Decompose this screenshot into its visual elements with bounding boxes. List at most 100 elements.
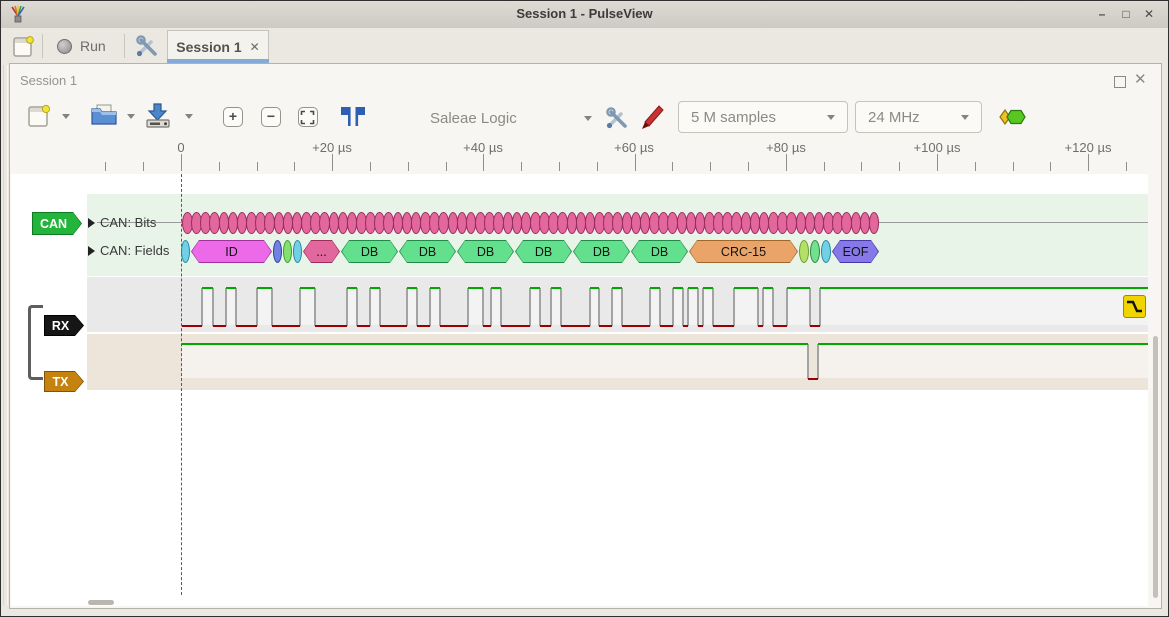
crossed-tools-icon [134, 33, 160, 59]
trigger-marker-falling-edge-icon[interactable] [1123, 295, 1146, 318]
wave-edge [687, 288, 689, 326]
splitter-groove [3, 65, 8, 605]
wave-level-line [818, 343, 1148, 345]
device-selector[interactable]: Saleae Logic [430, 106, 592, 130]
settings-button[interactable] [133, 32, 161, 60]
wave-edge [439, 288, 441, 326]
zoom-in-button[interactable]: + [223, 107, 243, 127]
ruler-tick [143, 162, 144, 171]
add-decoder-button[interactable] [996, 107, 1028, 127]
open-dropdown-arrow-icon[interactable] [127, 114, 135, 119]
crossed-tools-icon [604, 105, 630, 131]
channel-tag-rx[interactable]: RX [44, 315, 84, 336]
rate-dropdown-arrow-icon [961, 115, 969, 120]
wave-level-line [440, 325, 468, 327]
open-button[interactable] [90, 102, 118, 128]
time-cursor-line[interactable] [181, 174, 182, 595]
wave-level-line [660, 325, 673, 327]
wave-level-line [688, 287, 698, 289]
wave-edge [299, 288, 301, 326]
ruler-tick [446, 162, 447, 171]
ruler-tick [635, 154, 636, 171]
wave-level-line [315, 325, 347, 327]
ruler-label: +60 µs [614, 140, 654, 155]
wave-level-line [357, 325, 370, 327]
wave-level-line [300, 287, 315, 289]
wave-high-fill [182, 345, 808, 378]
ruler-tick [1050, 162, 1051, 171]
wave-high-fill [468, 289, 483, 325]
timeline-ruler: 0+20 µs+40 µs+60 µs+80 µs+100 µs+120 µs [10, 137, 1159, 174]
close-button[interactable]: ✕ [1140, 5, 1158, 23]
maximize-button[interactable]: □ [1117, 5, 1135, 23]
restore-window-icon[interactable] [1114, 76, 1126, 88]
wave-level-line [530, 287, 540, 289]
wave-level-line [380, 325, 407, 327]
wave-level-line [612, 287, 622, 289]
ruler-tick [748, 162, 749, 171]
wave-edge [757, 288, 759, 326]
tab-close-icon[interactable]: ✕ [250, 40, 260, 54]
zoom-fit-frame-icon [299, 109, 316, 126]
can-field-bit [273, 240, 282, 263]
channel-tag-rx-label: RX [44, 315, 84, 336]
ruler-label: +80 µs [766, 140, 806, 155]
ruler-tick [824, 162, 825, 171]
wave-edge [733, 288, 735, 326]
tab-session-1[interactable]: Session 1 ✕ [167, 30, 269, 62]
can-field-db: DB [573, 240, 630, 263]
save-dropdown-arrow-icon[interactable] [185, 114, 193, 119]
wave-level-line [370, 287, 380, 289]
wave-level-line [257, 287, 272, 289]
wave-level-line [182, 325, 202, 327]
wave-high-fill [257, 289, 272, 325]
main-toolbar: Run Session 1 ✕ [1, 28, 1168, 63]
row-expander-icon[interactable] [88, 218, 95, 228]
new-dropdown-arrow-icon[interactable] [62, 114, 70, 119]
sample-count-combo[interactable]: 5 M samples [678, 101, 848, 133]
zoom-out-button[interactable]: − [261, 107, 281, 127]
wave-edge [659, 288, 661, 326]
show-cursors-button[interactable] [338, 104, 368, 130]
session-subwindow: Session 1 ✕ [9, 63, 1162, 609]
ruler-tick [861, 162, 862, 171]
wave-edge [271, 288, 273, 326]
minimize-button[interactable]: – [1093, 5, 1111, 23]
new-file-button[interactable] [26, 102, 52, 130]
wave-edge [201, 288, 203, 326]
wave-edge [539, 288, 541, 326]
can-field-db-label: DB [573, 240, 630, 263]
channel-tag-tx[interactable]: TX [44, 371, 84, 392]
new-session-button[interactable] [9, 32, 39, 60]
can-field-db: DB [341, 240, 398, 263]
pulseview-window: Session 1 - PulseView – □ ✕ Run [0, 0, 1169, 617]
close-session-icon[interactable]: ✕ [1134, 70, 1147, 88]
wave-level-line [622, 325, 650, 327]
sample-rate-combo[interactable]: 24 MHz [855, 101, 982, 133]
decoder-tag-can[interactable]: CAN [32, 212, 82, 235]
can-field-bit [283, 240, 292, 263]
wave-level-line [713, 325, 734, 327]
ruler-tick [710, 162, 711, 171]
wave-edge [672, 288, 674, 326]
channel-group-bracket[interactable] [28, 305, 43, 380]
ruler-tick [521, 162, 522, 171]
horizontal-scrollbar[interactable] [88, 600, 114, 605]
wave-edge [467, 288, 469, 326]
toolbar-separator [124, 34, 125, 58]
ruler-tick [1013, 162, 1014, 171]
zoom-fit-button[interactable] [298, 107, 318, 127]
wave-edge [500, 288, 502, 326]
channels-button[interactable] [640, 103, 666, 131]
configure-device-button[interactable] [604, 105, 630, 131]
window-title: Session 1 - PulseView [1, 6, 1168, 21]
wave-level-line [491, 287, 501, 289]
wave-level-line [820, 287, 1148, 289]
wave-edge [560, 288, 562, 326]
vertical-scrollbar[interactable] [1153, 336, 1158, 598]
can-field-crc-15: CRC-15 [689, 240, 798, 263]
wave-level-line [810, 325, 820, 327]
run-button[interactable]: Run [51, 32, 119, 60]
row-expander-icon[interactable] [88, 246, 95, 256]
save-button[interactable] [143, 101, 173, 129]
